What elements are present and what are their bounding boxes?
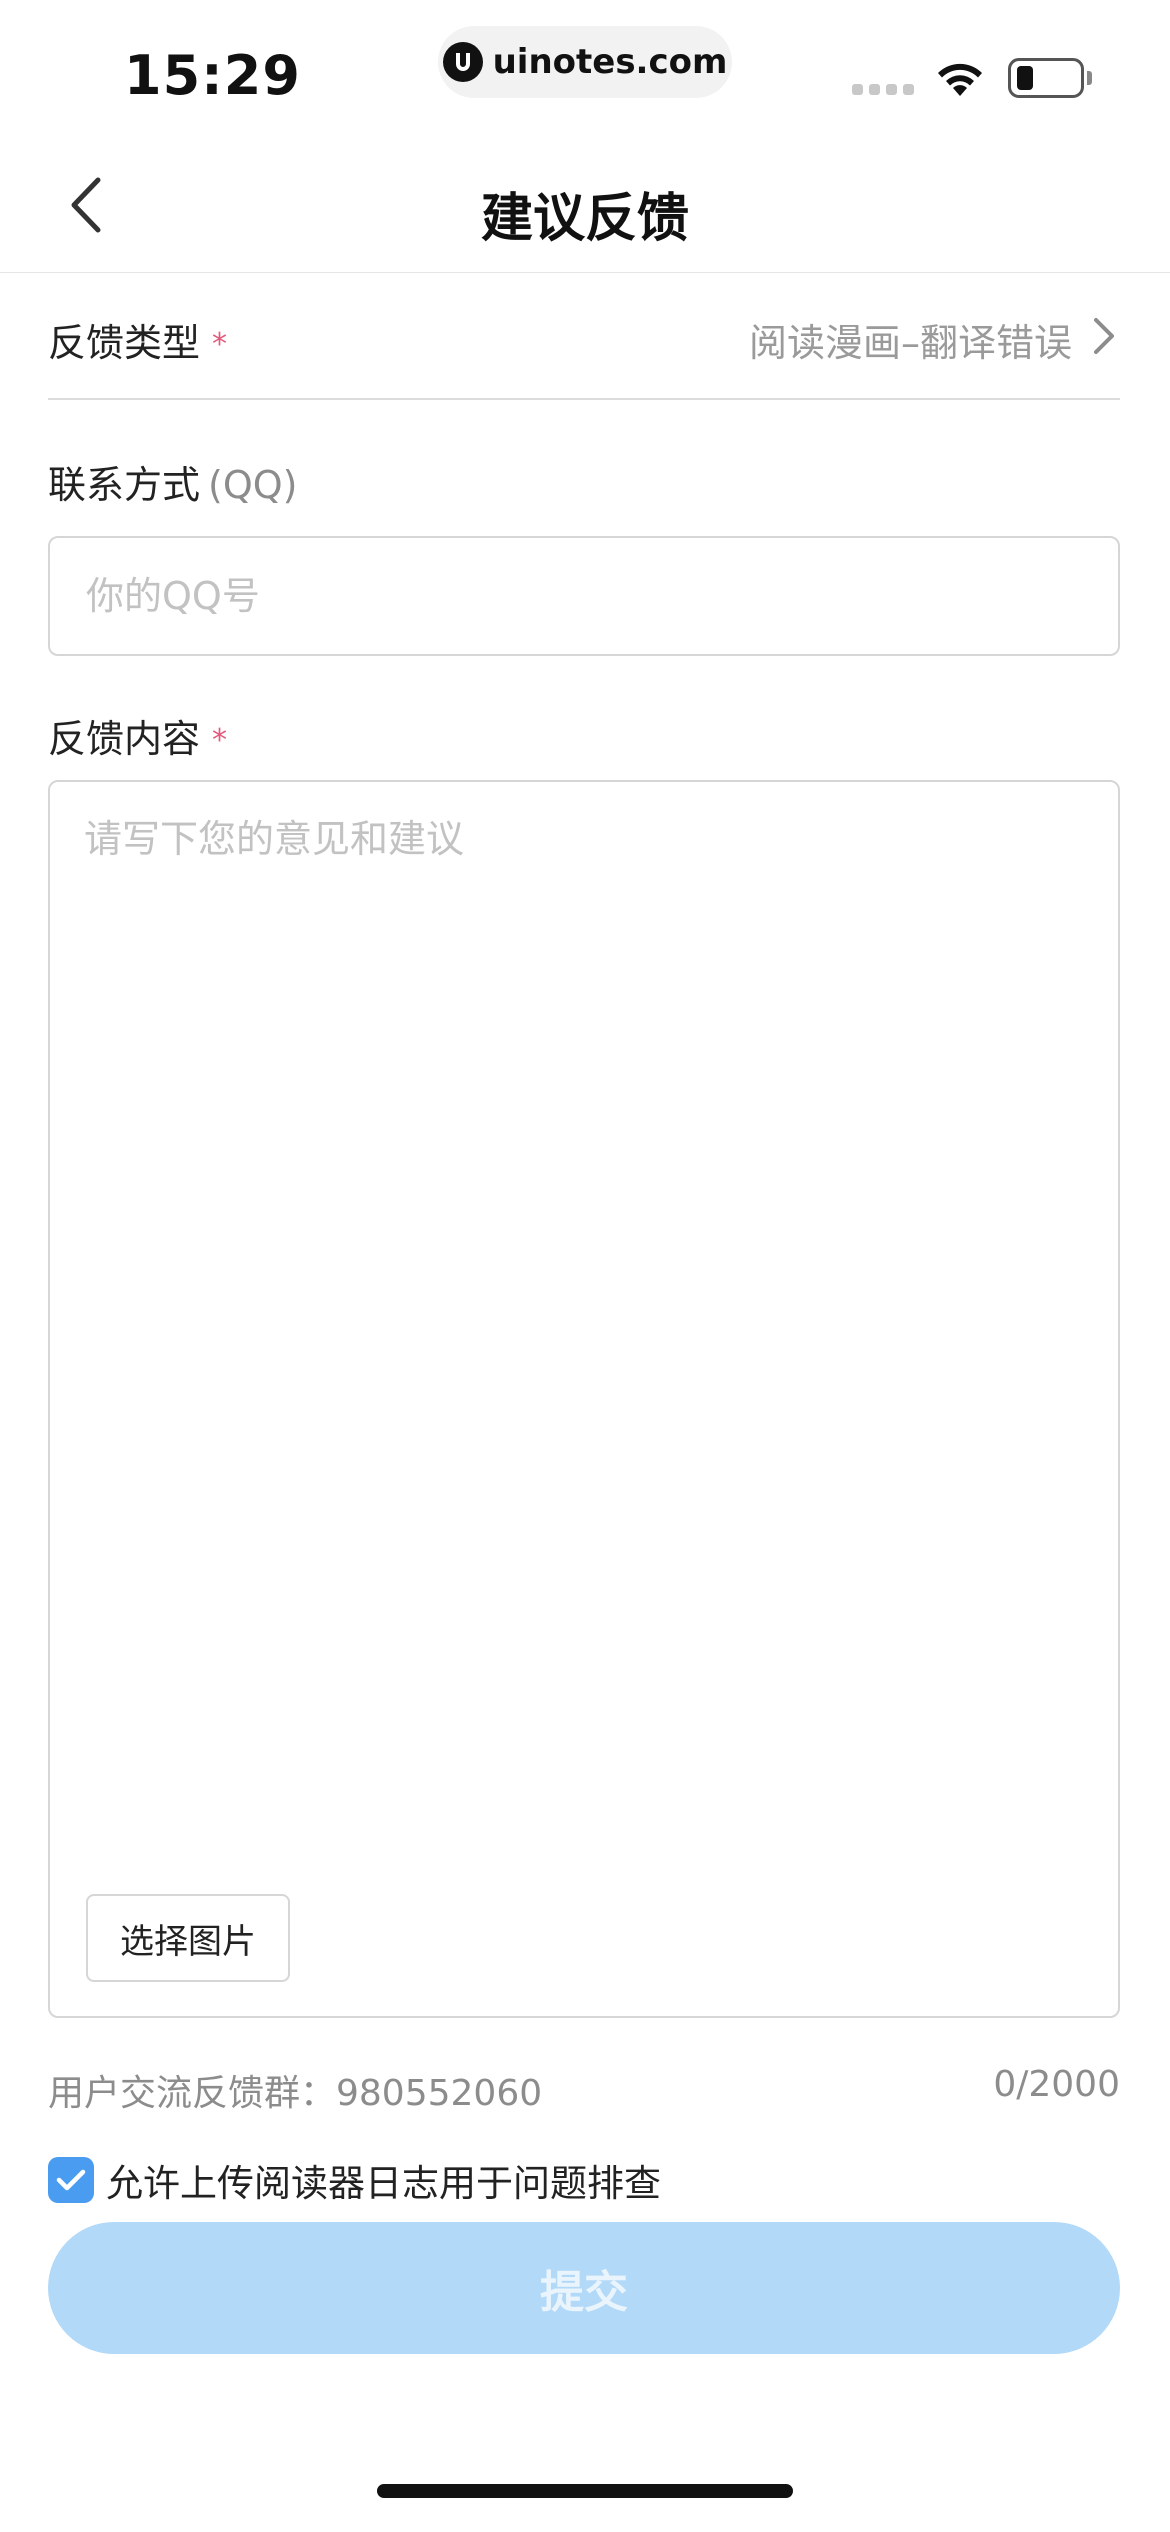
content-label: 反馈内容 * [48, 708, 227, 763]
site-logo-icon [442, 42, 483, 82]
status-time: 15:29 [124, 44, 301, 107]
battery-level [1017, 66, 1033, 90]
submit-button[interactable]: 提交 [48, 2222, 1120, 2354]
content-label-text: 反馈内容 [48, 717, 201, 761]
pick-image-button[interactable]: 选择图片 [86, 1894, 290, 1982]
cellular-signal-icon [852, 84, 914, 96]
content-box: 选择图片 [48, 780, 1120, 2018]
checkmark-icon [56, 2169, 86, 2191]
upload-log-checkbox[interactable] [48, 2157, 94, 2203]
upload-log-label: 允许上传阅读器日志用于问题排查 [106, 2162, 661, 2205]
char-count: 0/2000 [993, 2064, 1120, 2105]
feedback-type-row[interactable]: 反馈类型 * 阅读漫画–翻译错误 [48, 274, 1120, 400]
required-mark: * [212, 327, 228, 362]
nav-bar: 建议反馈 [0, 140, 1170, 273]
battery-cap [1087, 71, 1092, 85]
contact-label: 联系方式 (QQ) [48, 454, 298, 509]
contact-hint: (QQ) [208, 463, 298, 507]
chevron-right-icon [1094, 318, 1114, 354]
feedback-type-label-text: 反馈类型 [48, 321, 201, 365]
feedback-group-info: 用户交流反馈群：980552060 [48, 2073, 543, 2114]
required-mark: * [212, 723, 228, 758]
feedback-type-value: 阅读漫画–翻译错误 [748, 321, 1072, 365]
feedback-content-textarea[interactable] [84, 808, 1084, 1868]
qq-input[interactable] [48, 536, 1120, 656]
contact-label-text: 联系方式 [48, 463, 201, 507]
page-title: 建议反馈 [480, 189, 689, 249]
feedback-type-label: 反馈类型 * [48, 312, 227, 367]
url-text: uinotes.com [492, 42, 728, 82]
battery-icon [1008, 58, 1084, 98]
wifi-icon [938, 63, 982, 96]
status-bar: 15:29 uinotes.com [0, 0, 1170, 140]
upload-log-row[interactable]: 允许上传阅读器日志用于问题排查 [48, 2154, 661, 2206]
home-indicator[interactable] [377, 2484, 793, 2498]
feedback-screen: 15:29 uinotes.com 建议反馈 反馈类型 * 阅读漫画–翻译错误 … [0, 0, 1170, 2532]
url-pill[interactable]: uinotes.com [438, 26, 732, 98]
